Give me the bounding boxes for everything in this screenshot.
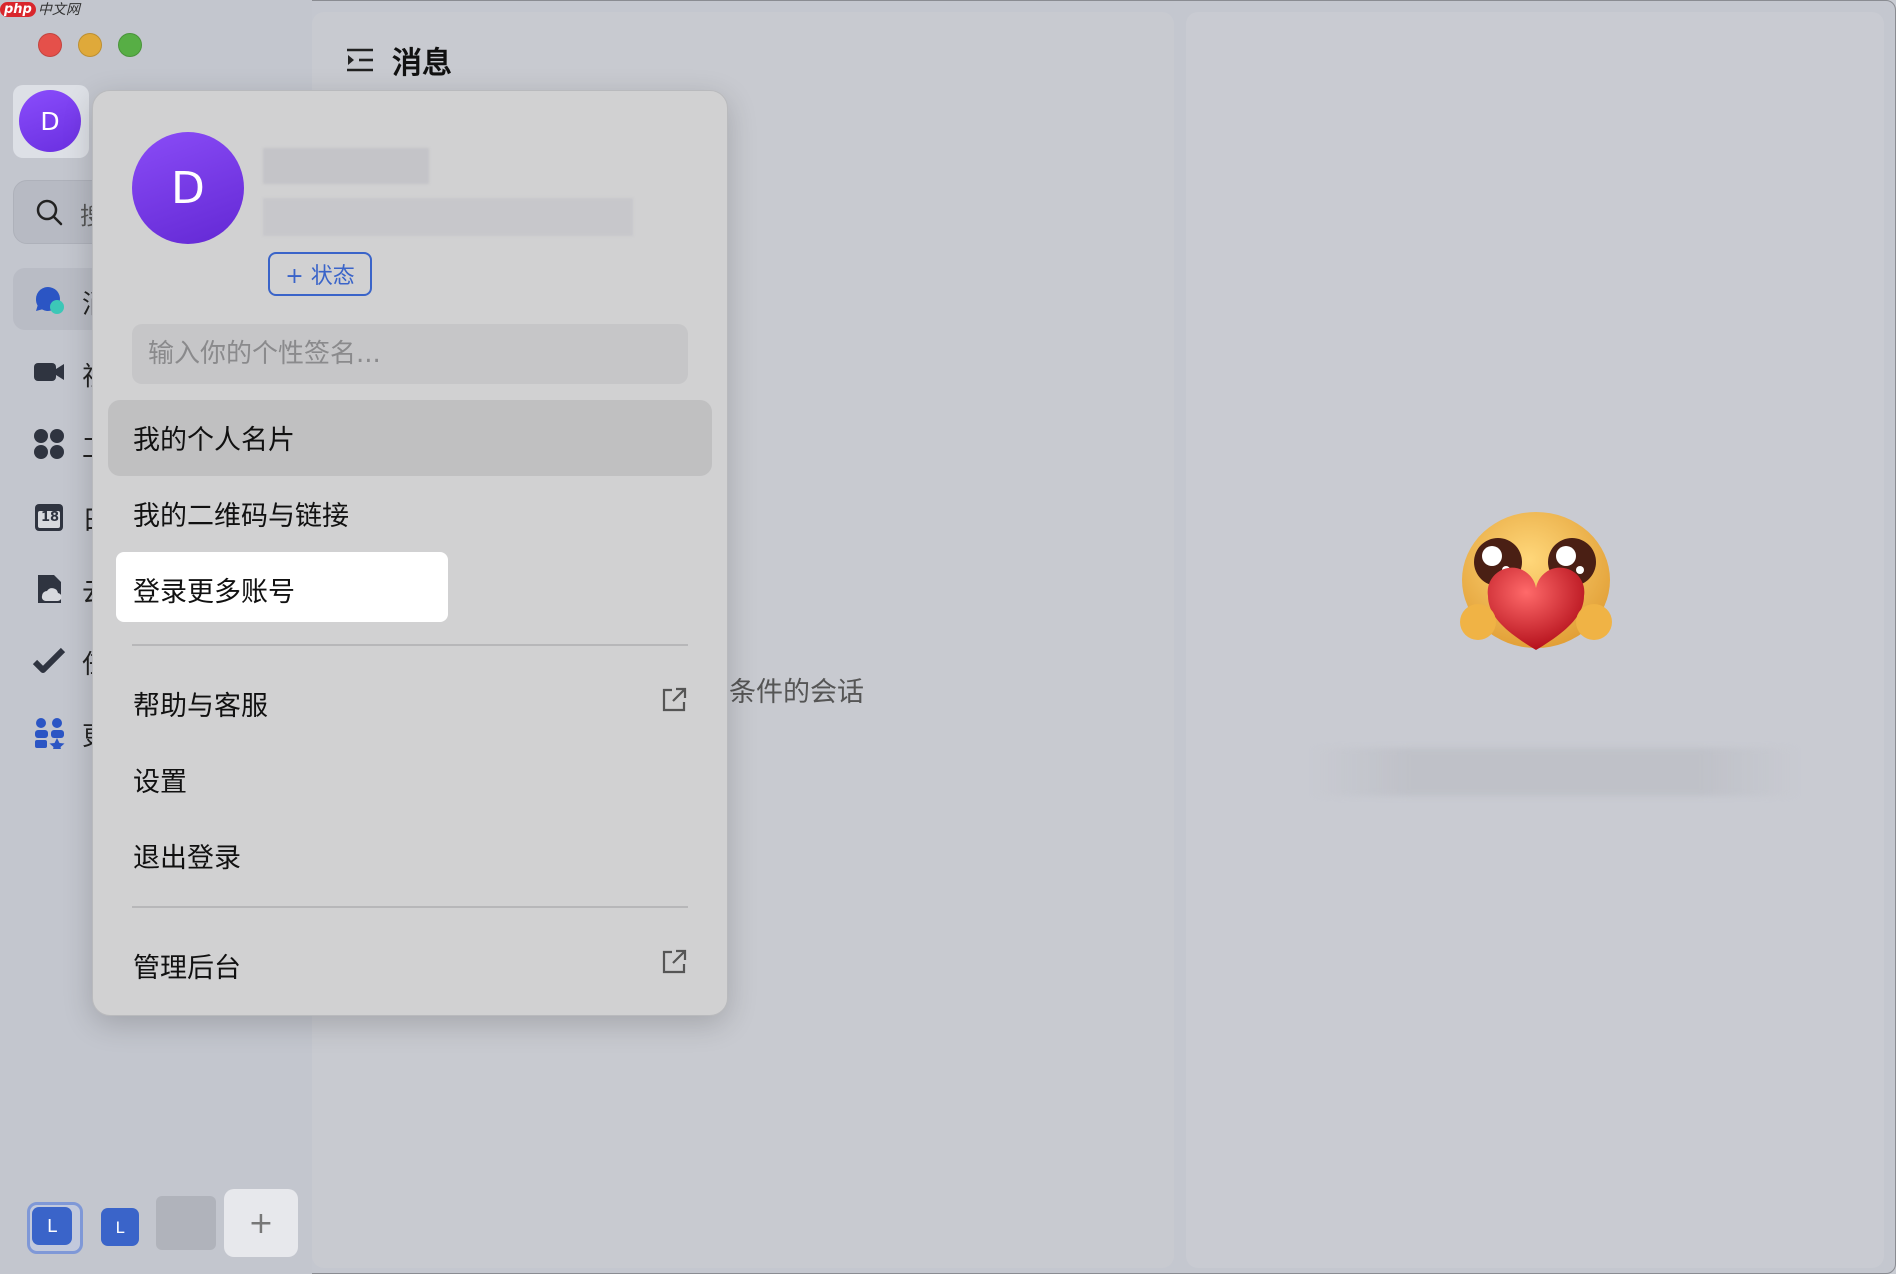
video-camera-icon xyxy=(34,363,64,381)
calendar-day: 18 xyxy=(41,510,60,525)
menu-item-qr-link[interactable]: 我的二维码与链接 xyxy=(133,494,349,533)
profile-avatar[interactable]: D xyxy=(132,132,244,244)
heart-emoji-illustration xyxy=(1460,512,1612,650)
account-avatar[interactable]: L xyxy=(101,1208,139,1246)
collapse-list-icon[interactable] xyxy=(345,45,375,75)
external-link-icon xyxy=(662,949,687,974)
menu-divider xyxy=(132,644,688,646)
menu-item-logout[interactable]: 退出登录 xyxy=(133,836,241,875)
external-link-icon xyxy=(662,687,687,712)
apps-grid-icon xyxy=(34,429,64,459)
watermark-site: 中文网 xyxy=(37,2,80,18)
watermark: php 中文网 xyxy=(0,0,80,18)
profile-name-redacted xyxy=(263,148,429,184)
profile-org-redacted xyxy=(263,198,633,236)
signature-input[interactable] xyxy=(132,324,688,384)
menu-item-help[interactable]: 帮助与客服 xyxy=(133,684,268,723)
page-title: 消息 xyxy=(392,46,452,81)
redacted-text xyxy=(1312,748,1798,796)
watermark-brand: php xyxy=(0,1,36,17)
search-icon xyxy=(36,199,63,226)
window-zoom-button[interactable] xyxy=(118,33,142,57)
chat-bubble-icon xyxy=(35,287,64,314)
add-status-button[interactable]: + 状态 xyxy=(268,252,372,296)
menu-item-profile-card[interactable]: 我的个人名片 xyxy=(133,418,295,457)
account-avatar[interactable]: L xyxy=(32,1207,72,1245)
task-check-icon xyxy=(32,647,66,673)
more-apps-icon xyxy=(35,718,65,749)
menu-item-add-account[interactable]: 登录更多账号 xyxy=(133,570,295,609)
menu-item-settings[interactable]: 设置 xyxy=(133,760,187,799)
cloud-doc-icon xyxy=(38,575,62,603)
window-close-button[interactable] xyxy=(38,33,62,57)
empty-state-text: 条件的会话 xyxy=(729,677,864,708)
add-account-button[interactable]: + xyxy=(224,1189,298,1257)
avatar[interactable]: D xyxy=(19,90,81,152)
account-avatar-blurred[interactable] xyxy=(156,1196,216,1250)
menu-item-admin[interactable]: 管理后台 xyxy=(133,946,241,985)
menu-divider xyxy=(132,906,688,908)
window-minimize-button[interactable] xyxy=(78,33,102,57)
